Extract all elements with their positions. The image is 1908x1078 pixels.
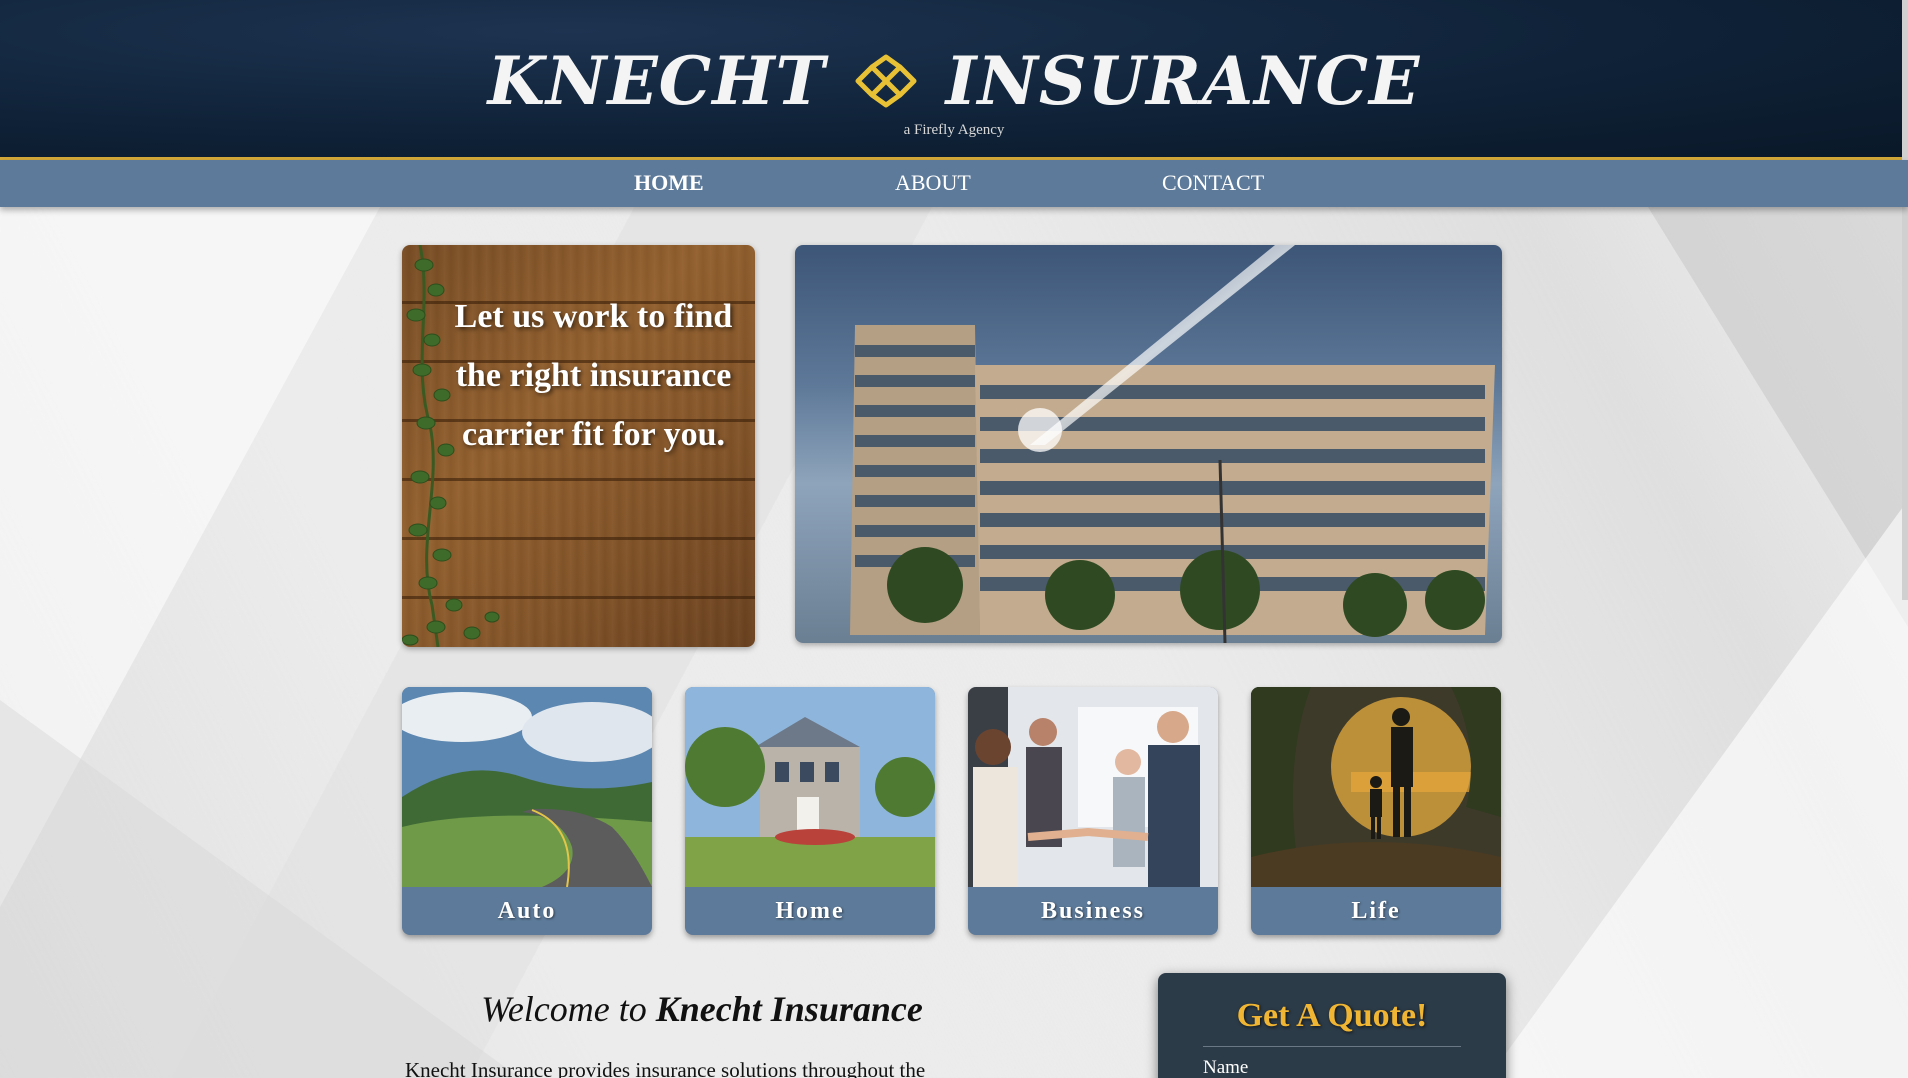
life-insurance-tile[interactable]: Life (1251, 687, 1501, 935)
suburban-house-photo (685, 687, 935, 887)
mountain-road-photo (402, 687, 652, 887)
tile-label: Home (775, 898, 845, 924)
divider (1203, 1046, 1461, 1047)
background-shard (1648, 207, 1908, 627)
tile-label: Business (1040, 898, 1146, 924)
nav-home-link[interactable]: HOME (634, 170, 704, 196)
office-building-photo (795, 245, 1502, 643)
nav-contact-link[interactable]: CONTACT (1162, 170, 1264, 196)
business-handshake-photo (968, 687, 1218, 887)
firefly-knot-icon (855, 54, 917, 108)
auto-insurance-tile[interactable]: Auto (402, 687, 652, 935)
home-insurance-tile[interactable]: Home (685, 687, 935, 935)
business-insurance-tile[interactable]: Business (968, 687, 1218, 935)
welcome-body-text: Knecht Insurance provides insurance solu… (405, 1058, 926, 1078)
background-shard (0, 207, 380, 907)
site-logo[interactable]: KNECHT INSURANCE (0, 42, 1908, 120)
main-nav: HOME ABOUT CONTACT (0, 160, 1908, 207)
nav-about-link[interactable]: ABOUT (895, 170, 971, 196)
welcome-heading: Welcome to Knecht Insurance (402, 988, 1002, 1030)
site-header: KNECHT INSURANCE a Firefly Agency (0, 0, 1908, 600)
tile-label: Life (1351, 898, 1401, 924)
brand-name-right: INSURANCE (945, 42, 1421, 120)
hero-quote-panel: Let us work to find the right insurance … (402, 245, 755, 647)
tile-label: Auto (497, 898, 557, 924)
brand-name-left: KNECHT (487, 42, 826, 120)
welcome-prefix: Welcome to (481, 989, 647, 1029)
name-field-label: Name (1203, 1057, 1249, 1078)
tagline: a Firefly Agency (903, 122, 1005, 138)
family-sunset-walk-photo (1251, 687, 1501, 887)
building-illustration (850, 245, 1495, 643)
welcome-brand: Knecht Insurance (655, 989, 923, 1029)
scrollbar[interactable] (1902, 0, 1908, 600)
quote-form-panel: Get A Quote! Name (1158, 973, 1506, 1078)
background-shard (1488, 500, 1908, 1078)
quote-form-title: Get A Quote! (1236, 997, 1428, 1034)
hero-quote-text: Let us work to find the right insurance … (454, 298, 733, 453)
